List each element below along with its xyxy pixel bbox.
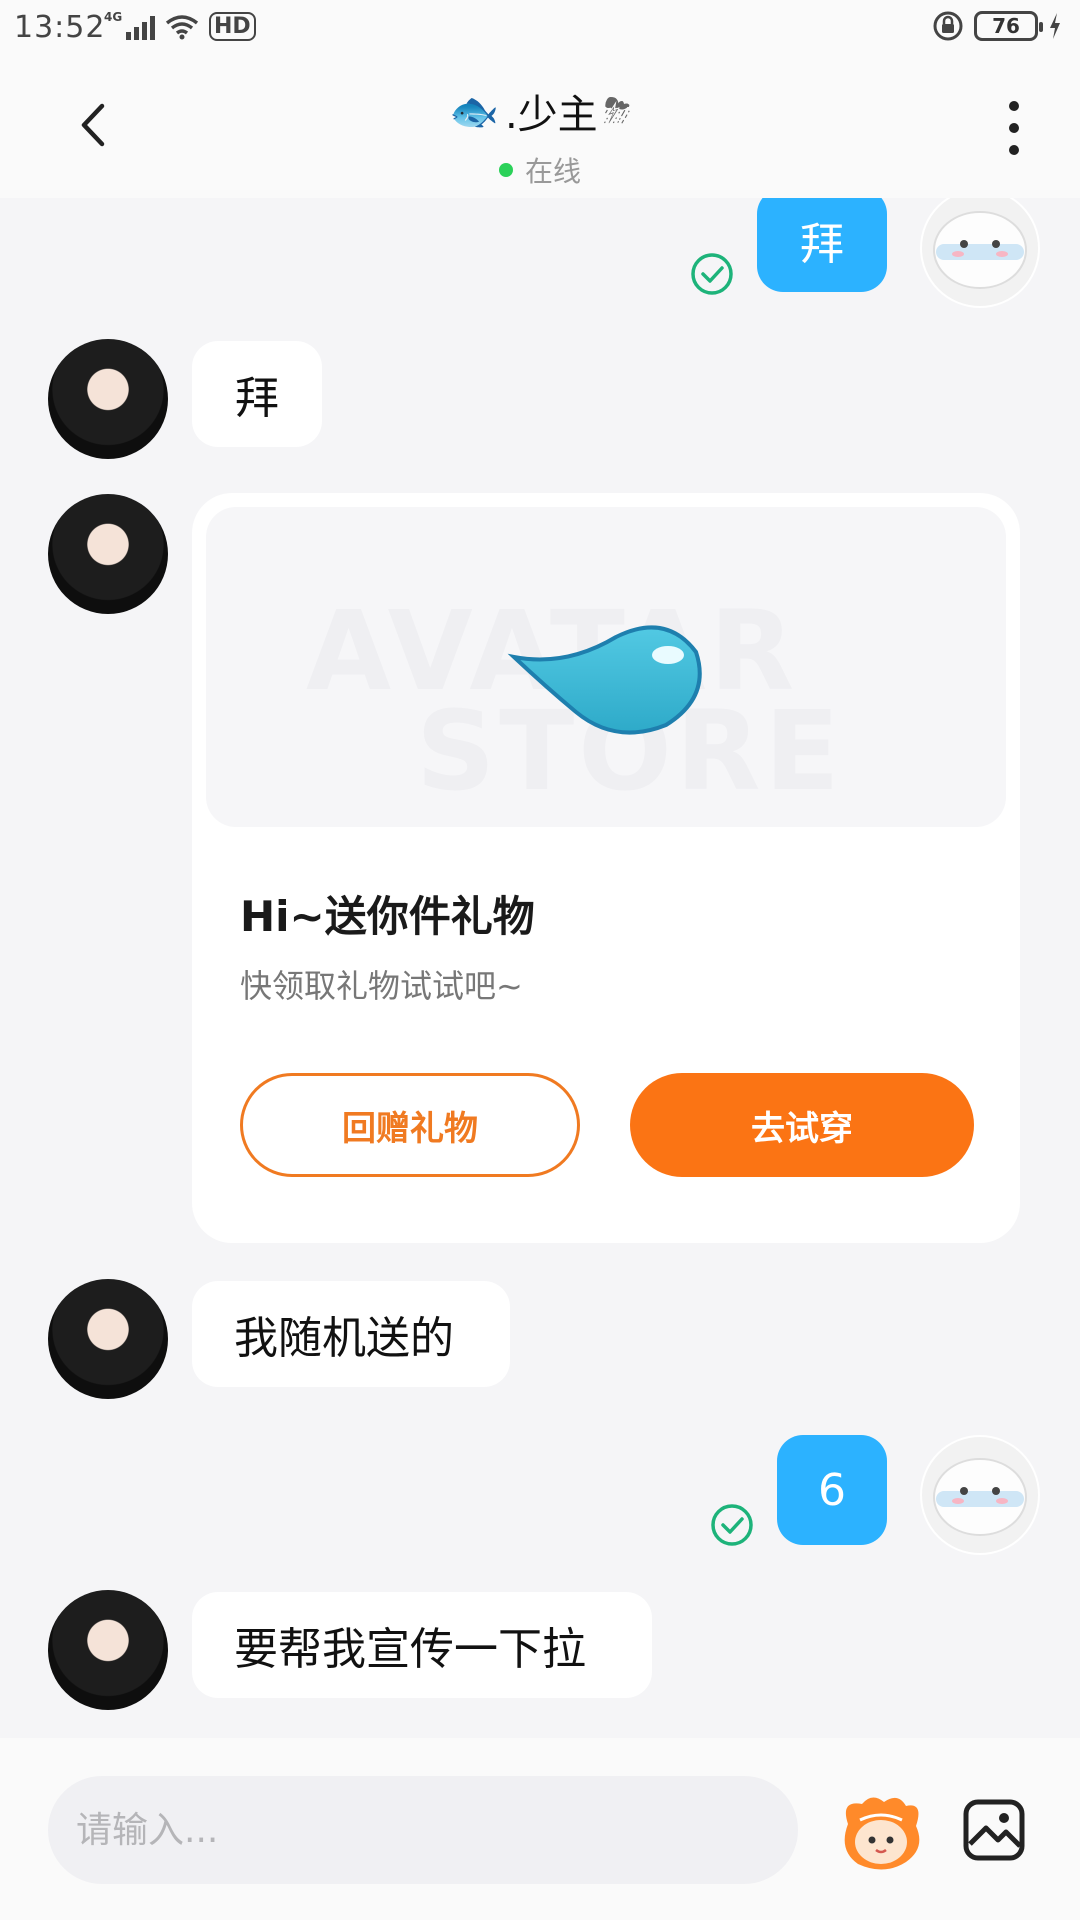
chat-title-area: 🐟 .少主 ⛈ 在线 xyxy=(0,82,1080,190)
status-time: 13:52 xyxy=(14,10,106,45)
chat-title: 🐟 .少主 ⛈ xyxy=(449,82,631,140)
fish-icon: 🐟 xyxy=(449,88,499,135)
wifi-icon xyxy=(165,14,199,39)
gift-subtitle: 快领取礼物试试吧~ xyxy=(240,967,523,1005)
bear-avatar-icon xyxy=(922,198,1038,306)
charging-icon xyxy=(1050,13,1060,39)
image-picker-button[interactable] xyxy=(962,1798,1026,1862)
read-check-icon xyxy=(711,1504,753,1546)
read-check-icon xyxy=(691,253,733,295)
contact-avatar[interactable] xyxy=(48,1590,168,1710)
signal-icon: 4G xyxy=(104,10,155,40)
message-bubble-received[interactable]: 拜 xyxy=(192,341,322,447)
contact-name: .少主 xyxy=(504,92,598,138)
online-status: 在线 xyxy=(498,150,581,190)
message-bubble-sent[interactable]: 6 xyxy=(777,1435,887,1545)
emoji-mascot-button[interactable] xyxy=(836,1790,926,1880)
input-bar xyxy=(0,1738,1080,1920)
gift-image[interactable]: AVATAR STORE xyxy=(206,507,1006,827)
return-gift-button[interactable]: 回赠礼物 xyxy=(240,1073,580,1177)
network-type-label: 4G xyxy=(104,9,123,24)
chat-header: 🐟 .少主 ⛈ 在线 xyxy=(0,60,1080,198)
message-text: 拜 xyxy=(235,373,279,424)
gift-title: Hi~送你件礼物 xyxy=(240,892,535,941)
storm-cloud-icon: ⛈ xyxy=(603,91,631,131)
contact-avatar[interactable] xyxy=(48,339,168,459)
battery-indicator: 76 xyxy=(974,11,1043,41)
message-bubble-received[interactable]: 要帮我宣传一下拉 xyxy=(192,1592,652,1698)
try-on-button[interactable]: 去试穿 xyxy=(630,1073,974,1177)
hd-icon: HD xyxy=(209,12,256,41)
my-avatar[interactable] xyxy=(920,198,1040,308)
online-dot xyxy=(498,163,513,177)
message-text: 要帮我宣传一下拉 xyxy=(234,1624,586,1675)
message-input[interactable] xyxy=(48,1776,798,1884)
status-left-icons: 4G HD xyxy=(104,10,256,41)
online-status-text: 在线 xyxy=(524,155,581,188)
my-avatar[interactable] xyxy=(920,1435,1040,1555)
contact-avatar[interactable] xyxy=(48,1279,168,1399)
message-bubble-received[interactable]: 我随机送的 xyxy=(192,1281,510,1387)
lock-rotation-icon xyxy=(933,11,963,41)
status-right-icons: 76 xyxy=(932,10,1062,42)
message-bubble-sent[interactable]: 拜 xyxy=(757,198,887,292)
message-text: 我随机送的 xyxy=(234,1313,454,1364)
message-list[interactable]: 拜 拜 AVATAR STORE Hi~送你件礼物 快领取礼物试试吧~ 回赠礼物… xyxy=(0,198,1080,1738)
status-bar: 13:52 4G HD 76 xyxy=(0,0,1080,60)
gift-card[interactable]: AVATAR STORE Hi~送你件礼物 快领取礼物试试吧~ 回赠礼物 去试穿 xyxy=(192,493,1020,1243)
more-options-button[interactable] xyxy=(1004,100,1024,156)
contact-avatar[interactable] xyxy=(48,494,168,614)
water-drop-icon xyxy=(507,625,702,735)
bear-avatar-icon xyxy=(922,1437,1038,1553)
